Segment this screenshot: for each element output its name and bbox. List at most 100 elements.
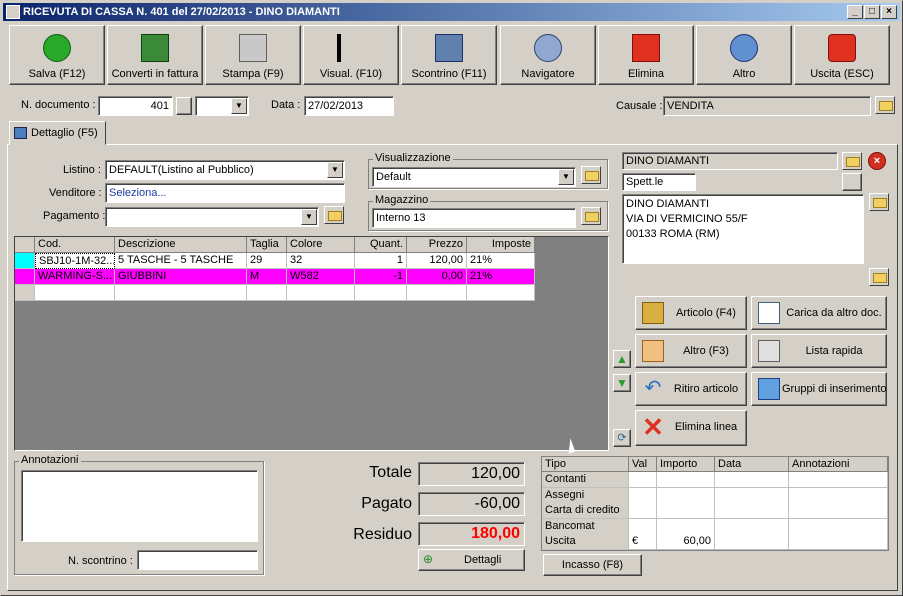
toolbar-button-9[interactable]: Uscita (ESC) xyxy=(794,25,890,85)
customer-folder-icon[interactable] xyxy=(842,152,862,170)
venditore-field[interactable]: Seleziona... xyxy=(105,183,345,203)
toolbar-button-4[interactable]: Visual. (F10) xyxy=(303,25,399,85)
payment-cell-empty[interactable] xyxy=(789,503,888,520)
payment-cell-importo[interactable] xyxy=(657,518,715,535)
close-window-button[interactable]: × xyxy=(881,5,897,19)
tab-dettaglio[interactable]: Dettaglio (F5) xyxy=(9,121,106,145)
ritiro-button[interactable]: ↶ Ritiro articolo xyxy=(635,372,747,406)
doc-series-combo[interactable]: ▼ xyxy=(195,96,249,116)
grid-column-header[interactable]: Cod. xyxy=(35,237,115,253)
payment-cell-importo[interactable]: 60,00 xyxy=(657,534,715,551)
toolbar-button-3[interactable]: Stampa (F9) xyxy=(205,25,301,85)
magazzino-field[interactable]: Interno 13 xyxy=(372,208,576,228)
magazzino-folder-icon[interactable] xyxy=(581,207,601,225)
grid-column-header[interactable]: Descrizione xyxy=(115,237,247,253)
extra-folder-icon[interactable] xyxy=(869,268,889,286)
grid-column-header[interactable]: Taglia xyxy=(247,237,287,253)
scontrino-field[interactable] xyxy=(137,550,258,570)
refresh-icon[interactable]: ⟳ xyxy=(613,429,631,447)
grid-cell-cod[interactable]: WARMING-S... xyxy=(35,269,115,285)
grid-row-marker[interactable] xyxy=(15,285,35,301)
payment-cell-empty[interactable] xyxy=(715,472,789,488)
payment-cell-val[interactable] xyxy=(629,487,657,504)
payment-cell-importo[interactable] xyxy=(657,472,715,488)
grid-cell-taglia[interactable]: M xyxy=(247,269,287,285)
payment-cell-empty[interactable] xyxy=(789,518,888,535)
toolbar-button-2[interactable]: Converti in fattura xyxy=(107,25,203,85)
grid-cell-taglia[interactable] xyxy=(247,285,287,301)
grid-cell-prezzo[interactable] xyxy=(407,285,467,301)
grid-cell-quant[interactable]: -1 xyxy=(355,269,407,285)
payment-cell-val[interactable]: € xyxy=(629,534,657,551)
grid-cell-quant[interactable] xyxy=(355,285,407,301)
toolbar-button-8[interactable]: Altro xyxy=(696,25,792,85)
remove-customer-icon[interactable]: × xyxy=(868,152,886,170)
grid-cell-imposte[interactable] xyxy=(467,285,535,301)
annotazioni-textarea[interactable] xyxy=(21,470,258,542)
pagamento-folder-icon[interactable] xyxy=(324,206,344,224)
payment-cell-empty[interactable] xyxy=(715,534,789,551)
toolbar-button-7[interactable]: Elimina xyxy=(598,25,694,85)
causale-field[interactable]: VENDITA xyxy=(663,96,871,116)
chevron-down-icon[interactable]: ▼ xyxy=(301,209,317,225)
grid-cell-cod[interactable]: SBJ10-1M-32... xyxy=(35,253,115,269)
grid-cell-prezzo[interactable]: 0,00 xyxy=(407,269,467,285)
toolbar-button-1[interactable]: Salva (F12) xyxy=(9,25,105,85)
doc-number-field[interactable]: 401 xyxy=(98,96,173,116)
customer-name-field[interactable]: DINO DIAMANTI xyxy=(622,152,838,170)
payment-cell-val[interactable] xyxy=(629,472,657,488)
payment-cell-empty[interactable] xyxy=(789,472,888,488)
payment-cell-importo[interactable] xyxy=(657,487,715,504)
grid-row-marker[interactable] xyxy=(15,253,35,269)
incasso-button[interactable]: Incasso (F8) xyxy=(543,554,642,576)
grid-cell-imposte[interactable]: 21% xyxy=(467,253,535,269)
chevron-down-icon[interactable]: ▼ xyxy=(558,169,574,185)
grid-row-marker[interactable] xyxy=(15,269,35,285)
grid-column-header[interactable]: Imposte xyxy=(467,237,535,253)
grid-cell-colore[interactable]: 32 xyxy=(287,253,355,269)
toolbar-button-5[interactable]: Scontrino (F11) xyxy=(401,25,497,85)
grid-cell-descrizione[interactable]: GIUBBINI xyxy=(115,269,247,285)
grid-column-header[interactable]: Prezzo xyxy=(407,237,467,253)
items-grid[interactable]: Cod. Descrizione Taglia Colore Quant. Prezzo I… xyxy=(14,236,609,451)
grid-cell-descrizione[interactable] xyxy=(115,285,247,301)
customer-title-field[interactable]: Spett.le xyxy=(622,173,696,191)
visualizzazione-folder-icon[interactable] xyxy=(581,166,601,184)
customer-card-icon[interactable] xyxy=(842,173,862,191)
payment-cell-empty[interactable] xyxy=(789,487,888,504)
grid-cell-imposte[interactable]: 21% xyxy=(467,269,535,285)
grid-cell-taglia[interactable]: 29 xyxy=(247,253,287,269)
gruppi-button[interactable]: Gruppi di inserimento xyxy=(751,372,887,406)
grid-cell-colore[interactable] xyxy=(287,285,355,301)
payment-cell-empty[interactable] xyxy=(715,487,789,504)
payment-cell-empty[interactable] xyxy=(789,534,888,551)
carica-button[interactable]: Carica da altro doc. xyxy=(751,296,887,330)
grid-column-header[interactable]: Quant. xyxy=(355,237,407,253)
visualizzazione-combo[interactable]: Default ▼ xyxy=(372,167,576,187)
grid-cell-quant[interactable]: 1 xyxy=(355,253,407,269)
payment-cell-empty[interactable] xyxy=(715,503,789,520)
payment-cell-importo[interactable] xyxy=(657,503,715,520)
address-folder-icon[interactable] xyxy=(869,193,889,211)
payment-cell-val[interactable] xyxy=(629,518,657,535)
payments-grid[interactable]: Tipo Val Importo Data Annotazioni Contanti Ass… xyxy=(541,456,889,551)
elimina-linea-button[interactable]: ✕ Elimina linea xyxy=(635,410,747,446)
grid-cell-prezzo[interactable]: 120,00 xyxy=(407,253,467,269)
lista-rapida-button[interactable]: Lista rapida xyxy=(751,334,887,368)
toolbar-button-6[interactable]: Navigatore xyxy=(500,25,596,85)
grid-cell-cod[interactable] xyxy=(35,285,115,301)
payment-cell-empty[interactable] xyxy=(715,518,789,535)
maximize-button[interactable]: □ xyxy=(864,5,880,19)
chevron-down-icon[interactable]: ▼ xyxy=(327,162,343,178)
doc-number-button[interactable] xyxy=(176,97,192,115)
grid-column-header[interactable]: Colore xyxy=(287,237,355,253)
dettagli-button[interactable]: ⊕ Dettagli xyxy=(418,549,525,571)
customer-address-box[interactable]: DINO DIAMANTI VIA DI VERMICINO 55/F 0013… xyxy=(622,194,864,264)
grid-cell-descrizione[interactable]: 5 TASCHE - 5 TASCHE xyxy=(115,253,247,269)
move-down-icon[interactable]: ▼ xyxy=(613,374,631,392)
causale-folder-icon[interactable] xyxy=(875,96,895,114)
altro-f3-button[interactable]: Altro (F3) xyxy=(635,334,747,368)
articolo-button[interactable]: Articolo (F4) xyxy=(635,296,747,330)
minimize-button[interactable]: _ xyxy=(847,5,863,19)
grid-cell-colore[interactable]: W582 xyxy=(287,269,355,285)
